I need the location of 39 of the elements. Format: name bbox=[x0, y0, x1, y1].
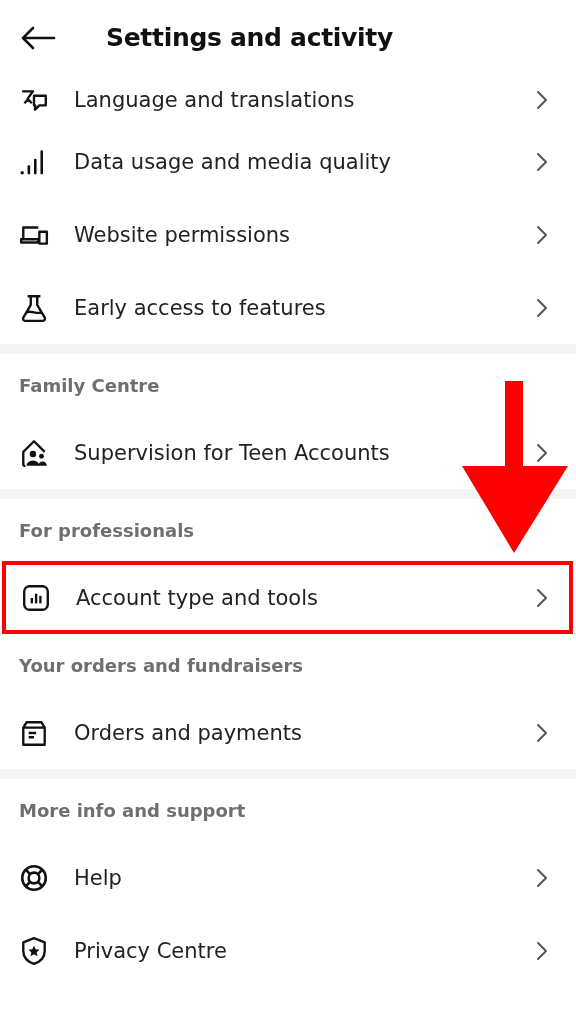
item-label: Privacy Centre bbox=[74, 938, 228, 963]
item-label: Language and translations bbox=[74, 88, 356, 112]
settings-item[interactable]: Supervision for Teen Accounts bbox=[0, 416, 576, 489]
chevron-right-icon bbox=[536, 587, 548, 608]
item-label: Website permissions bbox=[74, 222, 291, 247]
settings-item[interactable]: Orders and payments bbox=[0, 696, 576, 769]
settings-item[interactable]: Data usage and media quality bbox=[0, 125, 576, 198]
back-arrow-icon[interactable] bbox=[20, 25, 56, 50]
chevron-right-icon bbox=[536, 442, 548, 463]
chevron-right-icon bbox=[536, 297, 548, 318]
chevron-right-icon bbox=[536, 940, 548, 961]
page-title: Settings and activity bbox=[106, 23, 393, 52]
chevron-right-icon bbox=[536, 867, 548, 888]
home-people-icon bbox=[19, 437, 49, 468]
settings-item[interactable]: Help bbox=[0, 841, 576, 914]
item-label: Account type and tools bbox=[76, 585, 319, 610]
chart-icon bbox=[21, 582, 51, 613]
settings-item[interactable]: Website permissions bbox=[0, 198, 576, 271]
settings-item[interactable]: Privacy Centre bbox=[0, 914, 576, 987]
section-heading: More info and support bbox=[18, 798, 247, 823]
chevron-right-icon bbox=[536, 151, 548, 172]
item-label: Supervision for Teen Accounts bbox=[74, 440, 391, 465]
pointer-arrow-icon bbox=[460, 381, 570, 553]
section-heading: Your orders and fundraisers bbox=[18, 653, 305, 678]
shield-star-icon bbox=[19, 935, 49, 966]
section-heading: For professionals bbox=[18, 518, 196, 543]
chevron-right-icon bbox=[536, 224, 548, 245]
item-label: Orders and payments bbox=[74, 720, 303, 745]
item-label: Help bbox=[74, 865, 123, 890]
flask-icon bbox=[19, 292, 49, 323]
item-label: Data usage and media quality bbox=[74, 149, 392, 174]
item-label: Early access to features bbox=[74, 295, 327, 320]
lifebuoy-icon bbox=[19, 862, 49, 893]
section-heading: Family Centre bbox=[18, 373, 161, 398]
settings-item[interactable]: Early access to features bbox=[0, 271, 576, 344]
chevron-right-icon bbox=[536, 722, 548, 743]
settings-item[interactable]: Language and translations bbox=[0, 75, 576, 125]
settings-item[interactable]: Account type and tools bbox=[2, 561, 573, 634]
chevron-right-icon bbox=[536, 90, 548, 110]
